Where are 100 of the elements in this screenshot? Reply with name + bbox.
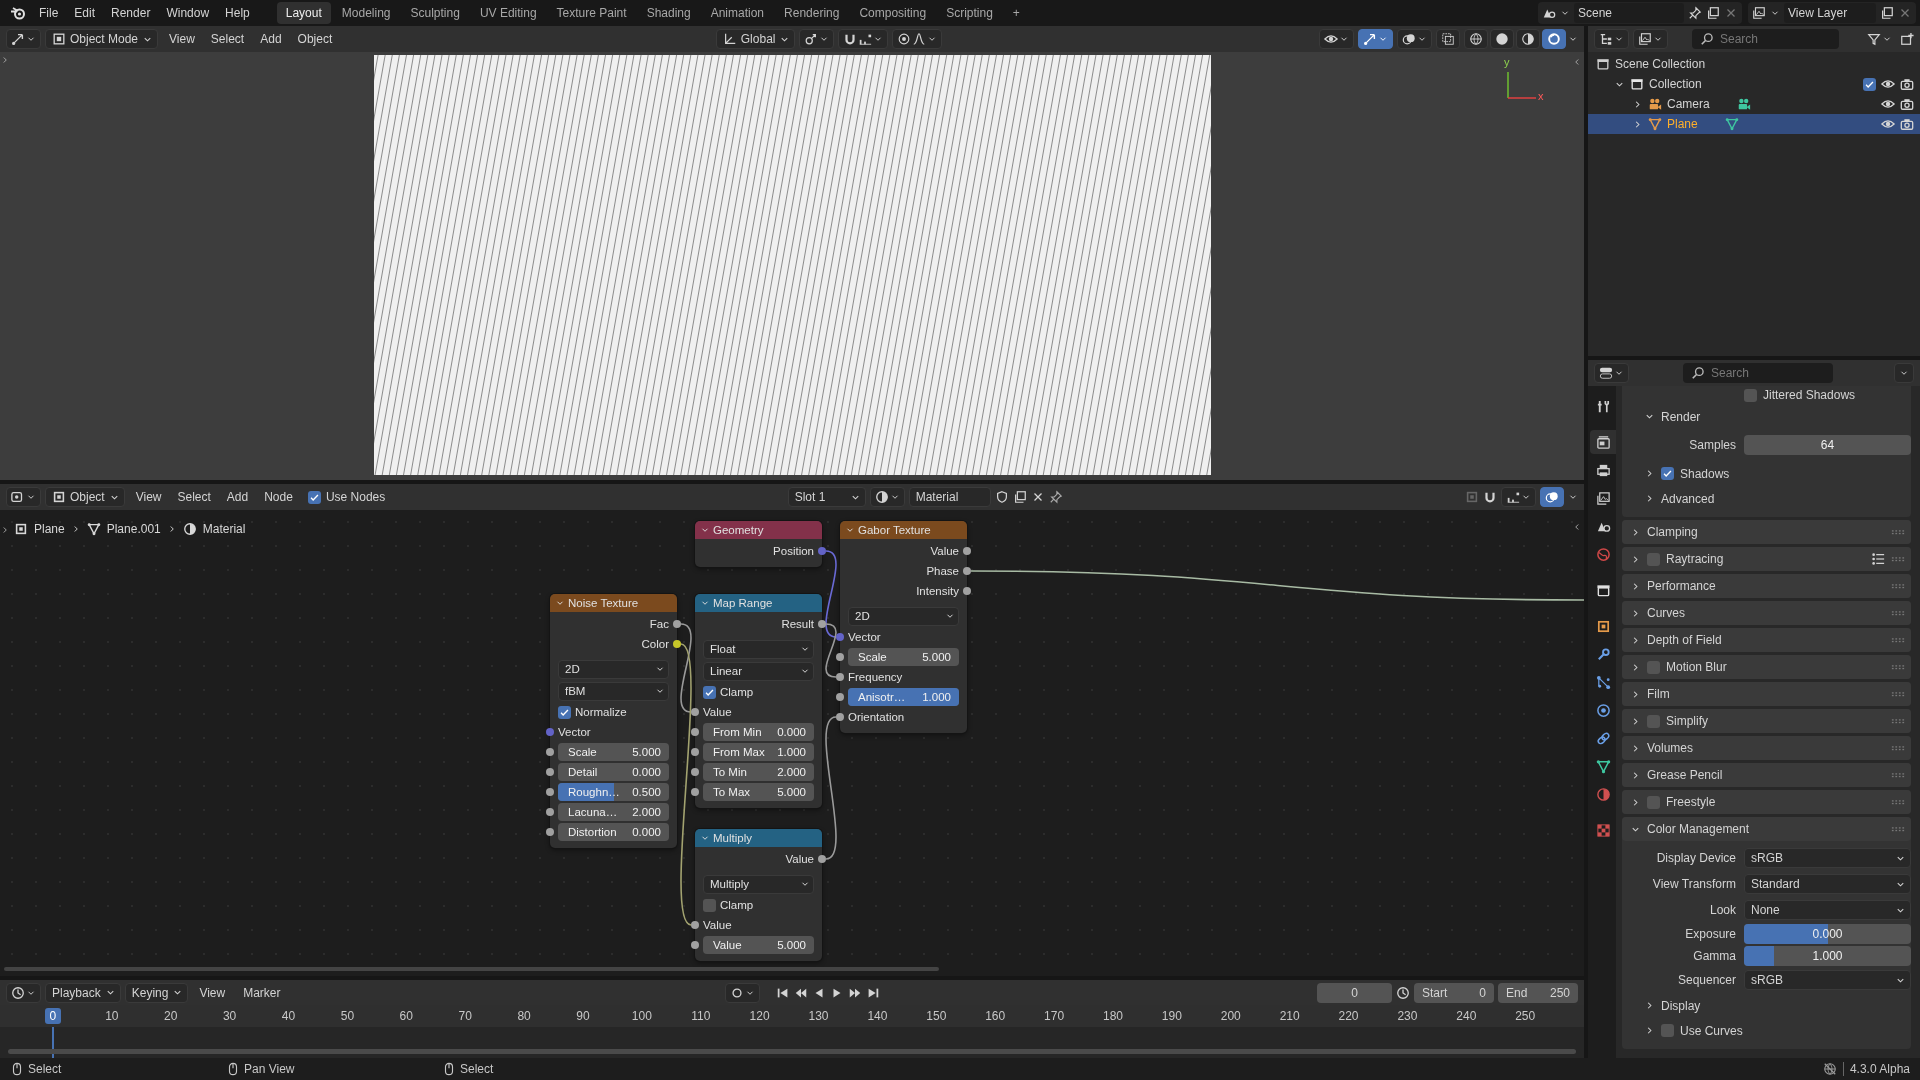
subpanel-title[interactable]: Display: [1661, 998, 1701, 1013]
panel-header[interactable]: Depth of Field: [1622, 628, 1911, 652]
node-dropdown[interactable]: Multiply: [703, 874, 814, 894]
outliner-row[interactable]: Collection: [1588, 74, 1920, 94]
number-field[interactable]: Value 5.000: [703, 936, 814, 954]
slider-field[interactable]: Anisotr… 1.000: [848, 688, 959, 706]
menu-item[interactable]: Add: [219, 487, 256, 507]
node-dropdown[interactable]: Float: [703, 639, 814, 659]
number-field[interactable]: From Max 1.000: [703, 743, 814, 761]
menu-item[interactable]: Select: [170, 487, 218, 507]
panel-header[interactable]: Volumes: [1622, 736, 1911, 760]
panel-header[interactable]: Color Management: [1622, 817, 1911, 841]
number-field[interactable]: Scale 5.000: [848, 648, 959, 666]
slot-dropdown[interactable]: Slot 1: [787, 487, 866, 507]
frame-number: 90: [575, 1008, 591, 1024]
slider-field[interactable]: Roughn… 0.500: [558, 783, 669, 801]
search-field[interactable]: Search: [1692, 29, 1839, 49]
workspace-tab[interactable]: Animation: [701, 2, 774, 24]
dropdown[interactable]: Standard: [1744, 874, 1911, 894]
subpanel-title[interactable]: Use Curves: [1680, 1023, 1743, 1038]
panel-title: Performance: [1647, 579, 1716, 593]
mode-dropdown[interactable]: Object Mode: [45, 29, 159, 49]
menu-item[interactable]: Add: [253, 29, 289, 49]
menu-item[interactable]: View: [128, 487, 169, 507]
panel-header[interactable]: Curves: [1622, 601, 1911, 625]
outliner-row[interactable]: Scene Collection: [1588, 54, 1920, 74]
number-field[interactable]: 64: [1744, 435, 1911, 455]
workspace-tab[interactable]: Scripting: [937, 2, 1002, 24]
workspace-tab[interactable]: Shading: [637, 2, 700, 24]
dropdown[interactable]: sRGB: [1744, 848, 1911, 868]
panel-header[interactable]: Grease Pencil: [1622, 763, 1911, 787]
panel-title: Simplify: [1666, 714, 1708, 728]
menu-item[interactable]: View: [162, 29, 202, 49]
menu-item[interactable]: Help: [218, 3, 257, 23]
workspace-tab[interactable]: UV Editing: [470, 2, 546, 24]
breadcrumb-item[interactable]: Plane.001: [106, 522, 161, 536]
view-layer-name-field[interactable]: View Layer: [1784, 3, 1876, 23]
menu-item[interactable]: File: [32, 3, 66, 23]
number-field[interactable]: Detail 0.000: [558, 763, 669, 781]
node-title: Multiply: [713, 832, 752, 844]
panel-header[interactable]: Film: [1622, 682, 1911, 706]
menu-dropdown[interactable]: Playback: [45, 982, 121, 1003]
panel-header[interactable]: Motion Blur: [1622, 655, 1911, 679]
frame-number: 200: [1219, 1008, 1242, 1024]
current-frame-field[interactable]: 0: [1317, 982, 1392, 1003]
number-field[interactable]: Scale 5.000: [558, 743, 669, 761]
orientation-dropdown[interactable]: Global: [715, 29, 796, 49]
menu-item[interactable]: Object: [290, 29, 340, 49]
socket-label: Frequency: [848, 671, 903, 683]
workspace-tab[interactable]: Layout: [276, 2, 331, 24]
frame-number: 120: [748, 1008, 771, 1024]
add-workspace-button[interactable]: +: [1003, 2, 1029, 24]
shader-type-dropdown[interactable]: Object: [45, 487, 125, 507]
menu-item[interactable]: Window: [159, 3, 217, 23]
slider-field[interactable]: 0.000: [1744, 924, 1911, 944]
workspace-tab[interactable]: Compositing: [850, 2, 936, 24]
search-field[interactable]: Search: [1683, 363, 1833, 383]
slider-field[interactable]: 1.000: [1744, 946, 1911, 966]
material-name-field[interactable]: Material: [908, 487, 991, 507]
number-field[interactable]: To Min 2.000: [703, 763, 814, 781]
panel-header[interactable]: Freestyle: [1622, 790, 1911, 814]
dropdown[interactable]: None: [1744, 900, 1911, 920]
outliner-row[interactable]: Camera: [1588, 94, 1920, 114]
breadcrumb-item[interactable]: Material: [202, 522, 246, 536]
end-frame-field[interactable]: End 250: [1498, 982, 1578, 1003]
subpanel-title[interactable]: Render: [1661, 409, 1701, 424]
number-field[interactable]: From Min 0.000: [703, 723, 814, 741]
dropdown[interactable]: sRGB: [1744, 970, 1911, 990]
number-field[interactable]: To Max 5.000: [703, 783, 814, 801]
scene-name-field[interactable]: Scene: [1574, 3, 1684, 23]
workspace-tab[interactable]: Sculpting: [401, 2, 469, 24]
menu-item[interactable]: Select: [203, 29, 252, 49]
node-dropdown[interactable]: 2D: [848, 606, 959, 626]
number-field[interactable]: Lacuna… 2.000: [558, 803, 669, 821]
frame-number[interactable]: 0: [44, 1008, 62, 1024]
panel-title: Color Management: [1647, 822, 1750, 836]
start-frame-field[interactable]: Start 0: [1414, 982, 1494, 1003]
breadcrumb-item[interactable]: Plane: [34, 522, 65, 536]
menu-item[interactable]: Marker: [236, 982, 288, 1003]
menu-item[interactable]: View: [192, 982, 233, 1003]
panel-header[interactable]: Raytracing: [1622, 547, 1911, 571]
menu-item[interactable]: Edit: [67, 3, 103, 23]
frame-number: 80: [516, 1008, 532, 1024]
panel-header[interactable]: Clamping: [1622, 520, 1911, 544]
workspace-tab[interactable]: Modeling: [332, 2, 400, 24]
node-dropdown[interactable]: fBM: [558, 681, 669, 701]
subpanel-title[interactable]: Shadows: [1680, 466, 1730, 481]
number-field[interactable]: Distortion 0.000: [558, 823, 669, 841]
node-dropdown[interactable]: Linear: [703, 661, 814, 681]
subpanel-title[interactable]: Advanced: [1661, 491, 1715, 506]
socket-label: Vector: [848, 631, 881, 643]
menu-dropdown[interactable]: Keying: [124, 982, 189, 1003]
node-dropdown[interactable]: 2D: [558, 659, 669, 679]
menu-item[interactable]: Render: [104, 3, 158, 23]
outliner-row[interactable]: Plane: [1588, 114, 1920, 134]
workspace-tab[interactable]: Texture Paint: [547, 2, 636, 24]
panel-header[interactable]: Simplify: [1622, 709, 1911, 733]
menu-item[interactable]: Node: [257, 487, 300, 507]
workspace-tab[interactable]: Rendering: [775, 2, 849, 24]
panel-header[interactable]: Performance: [1622, 574, 1911, 598]
